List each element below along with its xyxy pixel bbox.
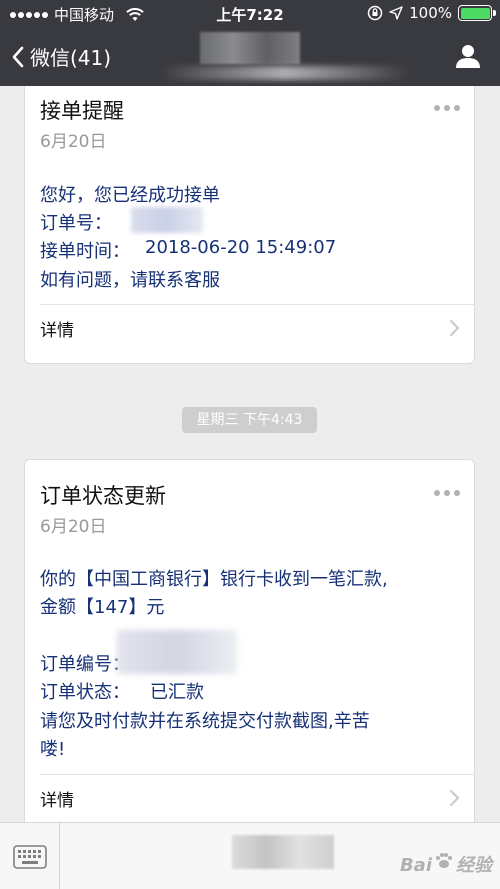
detail-link[interactable]: 详情 xyxy=(25,776,474,820)
top-bar: 中国移动 上午7:22 100% 微信(41) xyxy=(0,0,500,86)
baidu-watermark: Bai 经验 xyxy=(400,851,492,877)
battery-icon xyxy=(458,5,496,21)
greeting-text: 您好，您已经成功接单 xyxy=(40,185,220,206)
order-status-label: 订单状态： xyxy=(40,682,130,703)
help-text: 如有问题，请联系客服 xyxy=(40,270,220,291)
message-card-order-received: 接单提醒 6月20日 您好，您已经成功接单 订单号： 接单时间： 2018-06… xyxy=(24,86,475,364)
watermark-du: 经验 xyxy=(456,855,492,876)
card-divider xyxy=(40,304,474,305)
card-date: 6月20日 xyxy=(40,132,107,152)
more-icon[interactable] xyxy=(434,490,460,496)
redacted-smear xyxy=(160,66,410,80)
accept-time-value: 2018-06-20 15:49:07 xyxy=(145,237,337,258)
detail-label: 详情 xyxy=(40,791,74,811)
card-title: 订单状态更新 xyxy=(40,484,166,508)
order-no-label: 订单号： xyxy=(40,213,112,234)
redacted-order-no xyxy=(117,630,237,674)
redacted-title xyxy=(200,32,300,64)
message-line-2: 金额【147】元 xyxy=(40,597,165,618)
status-bar: 中国移动 上午7:22 100% xyxy=(0,0,500,28)
card-date: 6月20日 xyxy=(40,517,107,537)
chevron-left-icon xyxy=(12,46,24,67)
orientation-lock-icon xyxy=(367,5,383,21)
nav-bar: 微信(41) xyxy=(0,28,500,86)
keyboard-toggle-button[interactable] xyxy=(0,823,60,889)
profile-icon[interactable] xyxy=(454,42,482,70)
status-right: 100% xyxy=(367,4,496,22)
bottom-bar: Bai 经验 xyxy=(0,822,500,889)
chevron-right-icon xyxy=(450,790,460,806)
chevron-right-icon xyxy=(450,320,460,336)
paw-icon xyxy=(436,853,452,868)
redacted-menu xyxy=(232,835,334,869)
battery-percent: 100% xyxy=(409,4,452,22)
more-icon[interactable] xyxy=(434,105,460,111)
request-line-2: 喽! xyxy=(40,739,66,760)
card-divider xyxy=(40,774,474,775)
back-button[interactable]: 微信(41) xyxy=(10,42,111,71)
order-status-value: 已汇款 xyxy=(150,682,204,703)
location-icon xyxy=(389,6,403,20)
message-card-order-status: 订单状态更新 6月20日 你的【中国工商银行】银行卡收到一笔汇款, 金额【147… xyxy=(24,459,475,822)
message-feed: 接单提醒 6月20日 您好，您已经成功接单 订单号： 接单时间： 2018-06… xyxy=(0,86,500,822)
accept-time-label: 接单时间： xyxy=(40,241,130,262)
card-title: 接单提醒 xyxy=(40,99,124,123)
detail-link[interactable]: 详情 xyxy=(25,306,474,350)
keyboard-icon xyxy=(13,845,47,869)
back-label: 微信(41) xyxy=(30,46,112,70)
watermark-bai: Bai xyxy=(399,855,432,876)
detail-label: 详情 xyxy=(40,321,74,341)
request-line-1: 请您及时付款并在系统提交付款截图,辛苦 xyxy=(40,711,370,732)
redacted-order-no xyxy=(131,207,203,233)
time-divider: 星期三 下午4:43 xyxy=(182,407,317,433)
message-line-1: 你的【中国工商银行】银行卡收到一笔汇款, xyxy=(40,569,388,590)
